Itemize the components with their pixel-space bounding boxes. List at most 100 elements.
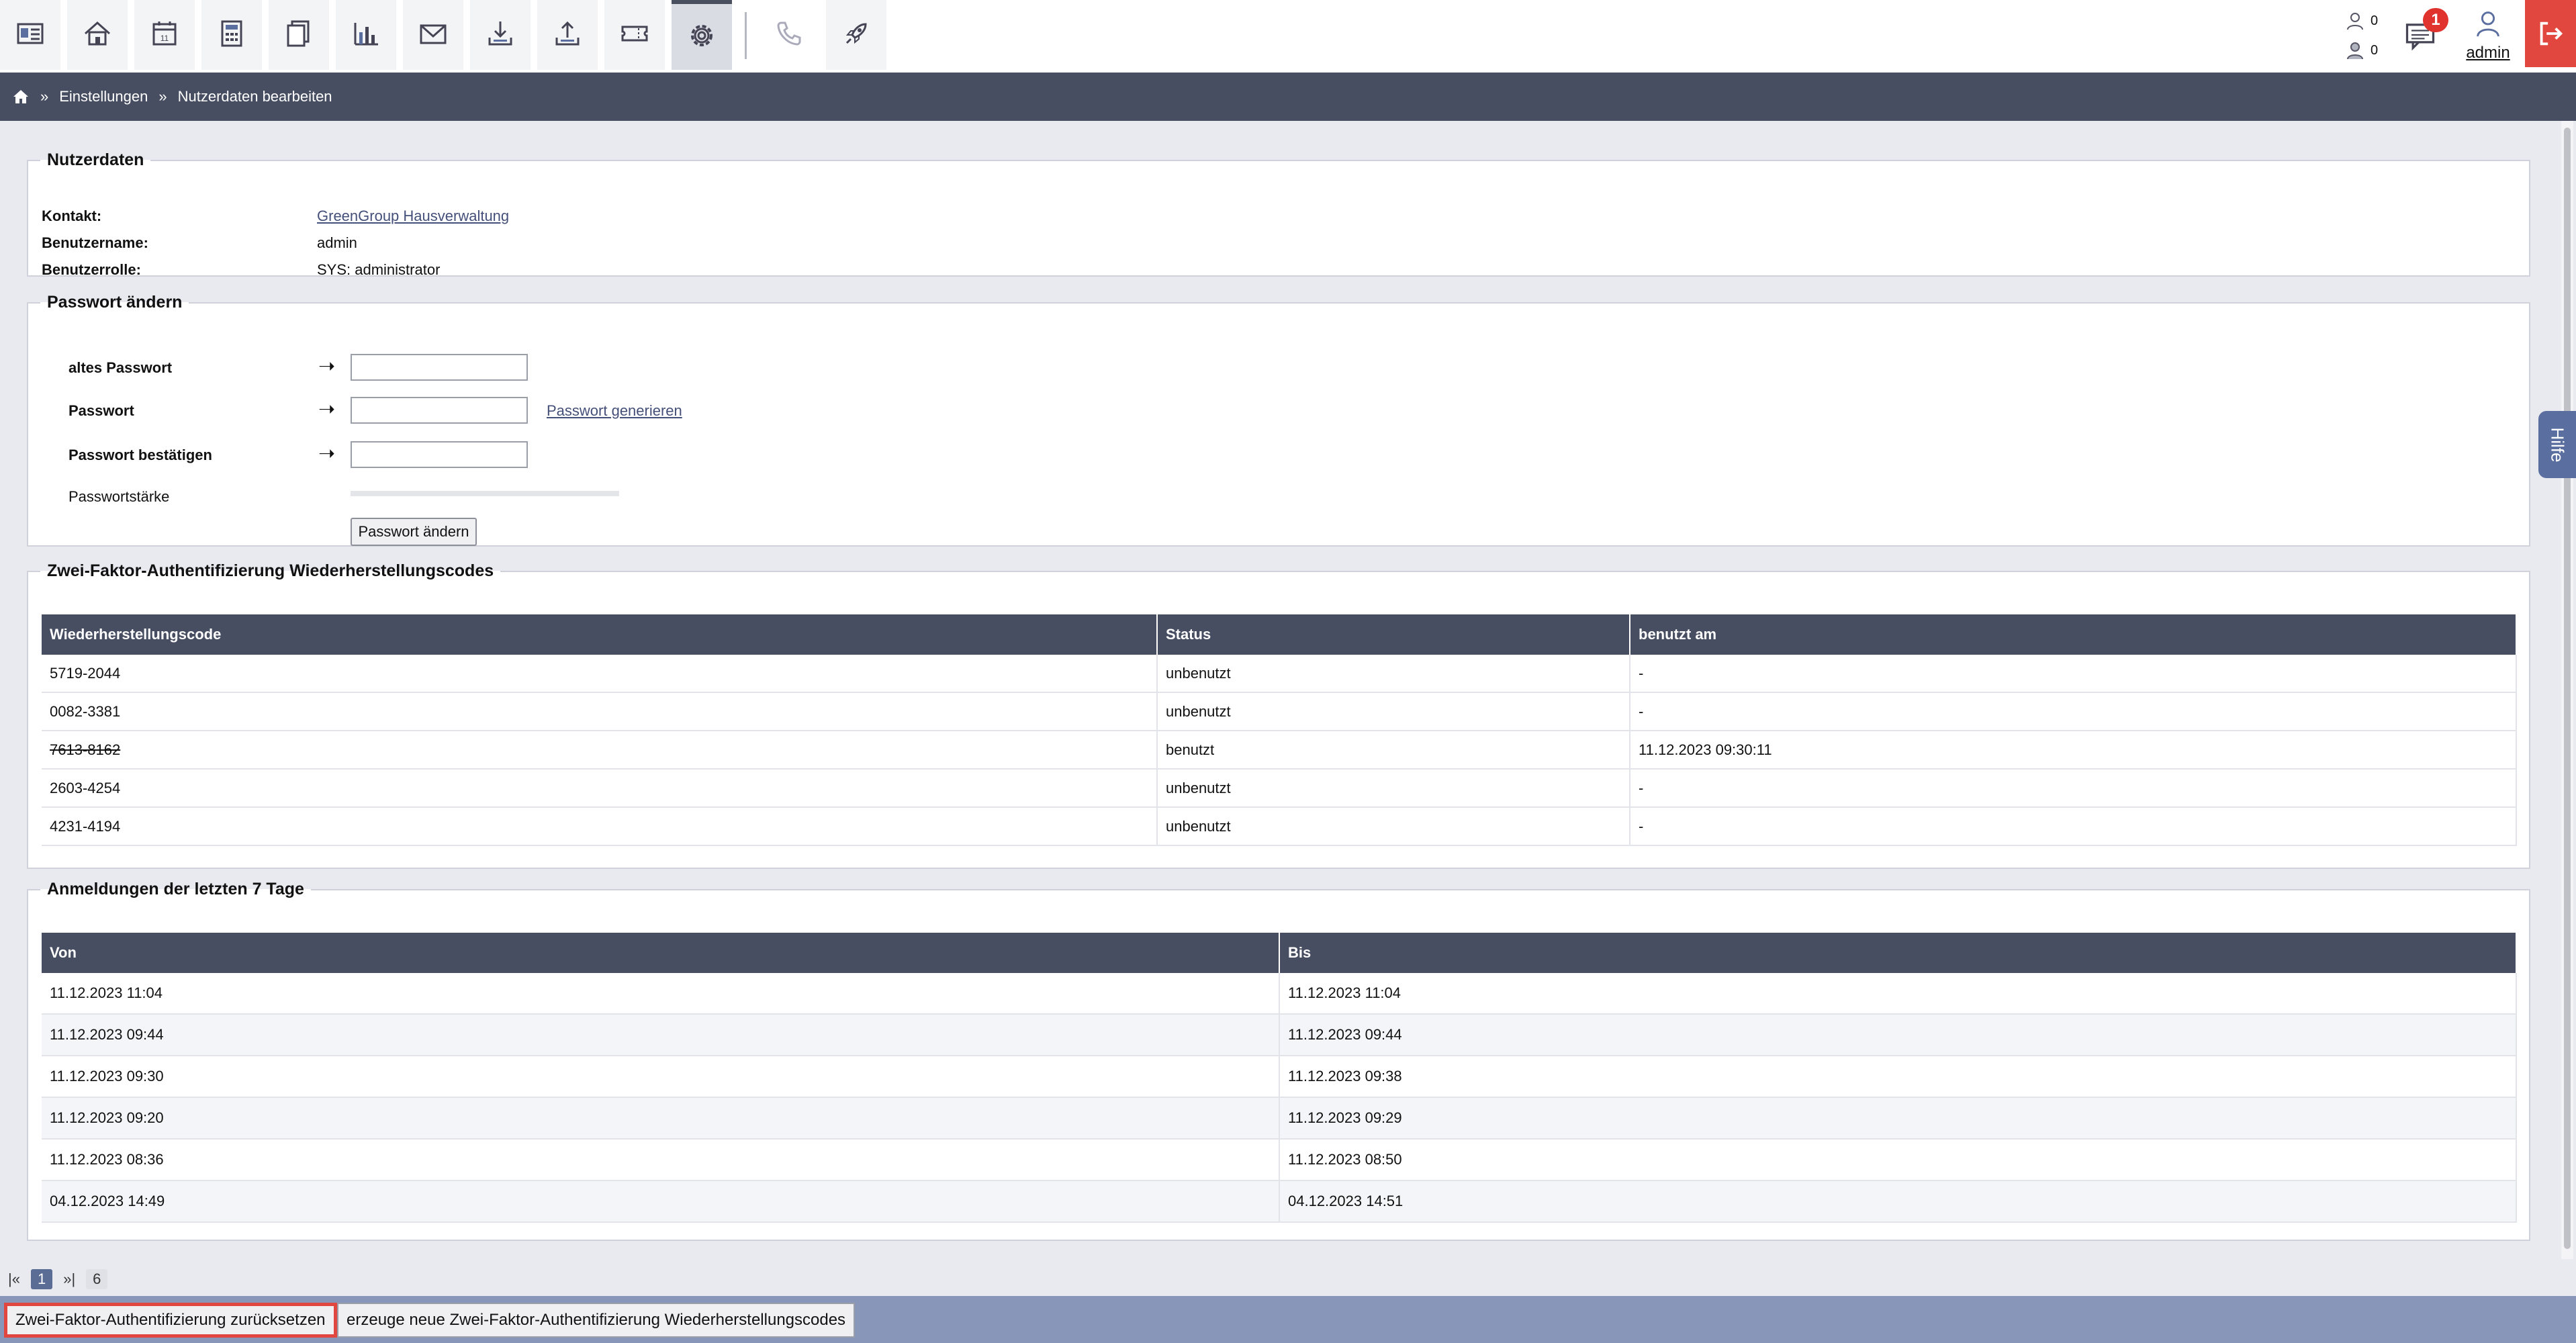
first-page-button[interactable]: |« [8,1270,20,1288]
calculator-icon [221,20,242,47]
user-data-legend: Nutzerdaten [47,150,144,169]
calendar-day: 11 [160,34,169,43]
main-content: Nutzerdaten Kontakt: GreenGroup Hausverw… [0,121,2559,1259]
column-header-to[interactable]: Bis [1279,933,2517,973]
logout-button[interactable] [2525,0,2576,67]
user-data-section: Nutzerdaten Kontakt: GreenGroup Hausverw… [27,150,2530,278]
scrollbar-thumb[interactable] [2564,128,2571,1249]
counter-value-2: 0 [2371,42,2379,58]
launch-button[interactable] [826,0,886,70]
contacts-button[interactable] [0,0,60,70]
settings-icon [691,25,712,46]
confirm-password-input[interactable] [351,441,528,468]
old-password-label: altes Passwort [68,359,173,376]
logins-table: Von Bis 11.12.2023 11:04 11.12.2023 11:0… [42,933,2517,1223]
new-password-input[interactable] [351,397,528,424]
column-header-code[interactable]: Wiederherstellungscode [42,614,1158,655]
arrow-icon: ➝ [318,443,336,465]
settings-button[interactable] [672,0,732,70]
breadcrumb-separator: » [158,88,167,105]
contact-label: Kontakt: [42,207,102,224]
statistics-button[interactable] [336,0,396,70]
logins-legend: Anmeldungen der letzten 7 Tage [47,880,304,898]
mail-button[interactable] [403,0,463,70]
toolbar-separator [745,12,747,59]
column-header-status[interactable]: Status [1157,614,1630,655]
table-row: 11.12.2023 09:30 11.12.2023 09:38 [42,1056,2517,1098]
last-page-button[interactable]: »| [63,1270,75,1288]
messages-badge: 1 [2423,8,2448,32]
generate-recovery-codes-button[interactable]: erzeuge neue Zwei-Faktor-Authentifizieru… [337,1303,856,1338]
documents-button[interactable] [269,0,329,70]
export-button[interactable] [537,0,598,70]
calendar-icon: 11 [152,21,177,46]
properties-button[interactable] [67,0,128,70]
recovery-status: benutzt [1157,731,1630,770]
user-menu[interactable]: admin [2459,8,2517,68]
rocket-icon [845,23,867,44]
recovery-codes-table: Wiederherstellungscode Status benutzt am… [42,614,2517,846]
recovery-used-at: - [1630,692,2517,731]
recovery-status: unbenutzt [1157,692,1630,731]
login-from: 04.12.2023 14:49 [42,1180,1280,1223]
tickets-button[interactable] [604,0,665,70]
recovery-status: unbenutzt [1157,807,1630,846]
online-users-counter[interactable]: 0 [2345,9,2388,32]
breadcrumb-item-einstellungen[interactable]: Einstellungen [59,88,148,105]
calendar-button[interactable]: 11 [134,0,195,70]
table-row: 11.12.2023 11:04 11.12.2023 11:04 [42,973,2517,1015]
breadcrumb-item-current: Nutzerdaten bearbeiten [177,88,332,105]
contact-link[interactable]: GreenGroup Hausverwaltung [317,207,509,225]
recovery-used-at: - [1630,807,2517,846]
download-icon [488,21,512,46]
bottom-action-bar: Zwei-Faktor-Authentifizierung zurücksetz… [0,1296,2576,1343]
confirm-password-label: Passwort bestätigen [68,447,212,463]
table-row: 0082-3381 unbenutzt - [42,692,2517,731]
recovery-status: unbenutzt [1157,769,1630,808]
user-role-label: Benutzerrolle: [42,261,141,278]
recovery-code: 4231-4194 [42,807,1158,846]
upload-icon [555,21,580,46]
old-password-input[interactable] [351,354,528,381]
recovery-code: 0082-3381 [42,692,1158,731]
column-header-used-at[interactable]: benutzt am [1630,614,2517,655]
import-button[interactable] [470,0,531,70]
change-password-section: Passwort ändern altes Passwort ➝ Passwor… [27,293,2530,547]
current-page[interactable]: 1 [30,1269,53,1289]
user-role-value: SYS: administrator [317,261,441,278]
home-icon[interactable] [12,88,30,105]
change-password-button[interactable]: Passwort ändern [351,518,477,546]
ticket-icon [621,26,648,42]
user-online-icon [2347,13,2363,30]
sessions-counter[interactable]: 0 [2345,39,2388,62]
table-row: 2603-4254 unbenutzt - [42,769,2517,808]
generate-password-link[interactable]: Passwort generieren [547,402,682,420]
password-strength-label: Passwortstärke [68,488,170,505]
recovery-codes-legend: Zwei-Faktor-Authentifizierung Wiederhers… [47,561,494,580]
phone-button[interactable] [759,0,819,70]
table-row: 4231-4194 unbenutzt - [42,807,2517,846]
login-to: 04.12.2023 14:51 [1279,1180,2517,1223]
house-icon [85,21,110,46]
reset-2fa-button[interactable]: Zwei-Faktor-Authentifizierung zurücksetz… [4,1303,337,1338]
breadcrumb-separator: » [40,88,49,105]
phone-icon [777,21,801,46]
login-to: 11.12.2023 09:29 [1279,1097,2517,1140]
accounting-button[interactable] [201,0,262,70]
chart-icon [354,23,378,46]
table-row: 11.12.2023 09:44 11.12.2023 09:44 [42,1014,2517,1056]
column-header-from[interactable]: Von [42,933,1280,973]
help-tab-label: Hilfe [2547,426,2568,463]
new-password-label: Passwort [68,402,134,419]
logins-section: Anmeldungen der letzten 7 Tage Von Bis 1… [27,880,2530,1241]
main-toolbar: 11 0 0 1 admin [0,0,2576,73]
pagination: |« 1 »| 6 [8,1268,108,1291]
user-name-link[interactable]: admin [2459,44,2517,62]
mail-icon [420,24,447,44]
help-tab[interactable]: Hilfe [2538,411,2576,478]
login-from: 11.12.2023 09:44 [42,1014,1280,1056]
recovery-status: unbenutzt [1157,655,1630,693]
login-to: 11.12.2023 09:44 [1279,1014,2517,1056]
login-from: 11.12.2023 09:20 [42,1097,1280,1140]
table-row: 11.12.2023 08:36 11.12.2023 08:50 [42,1139,2517,1181]
